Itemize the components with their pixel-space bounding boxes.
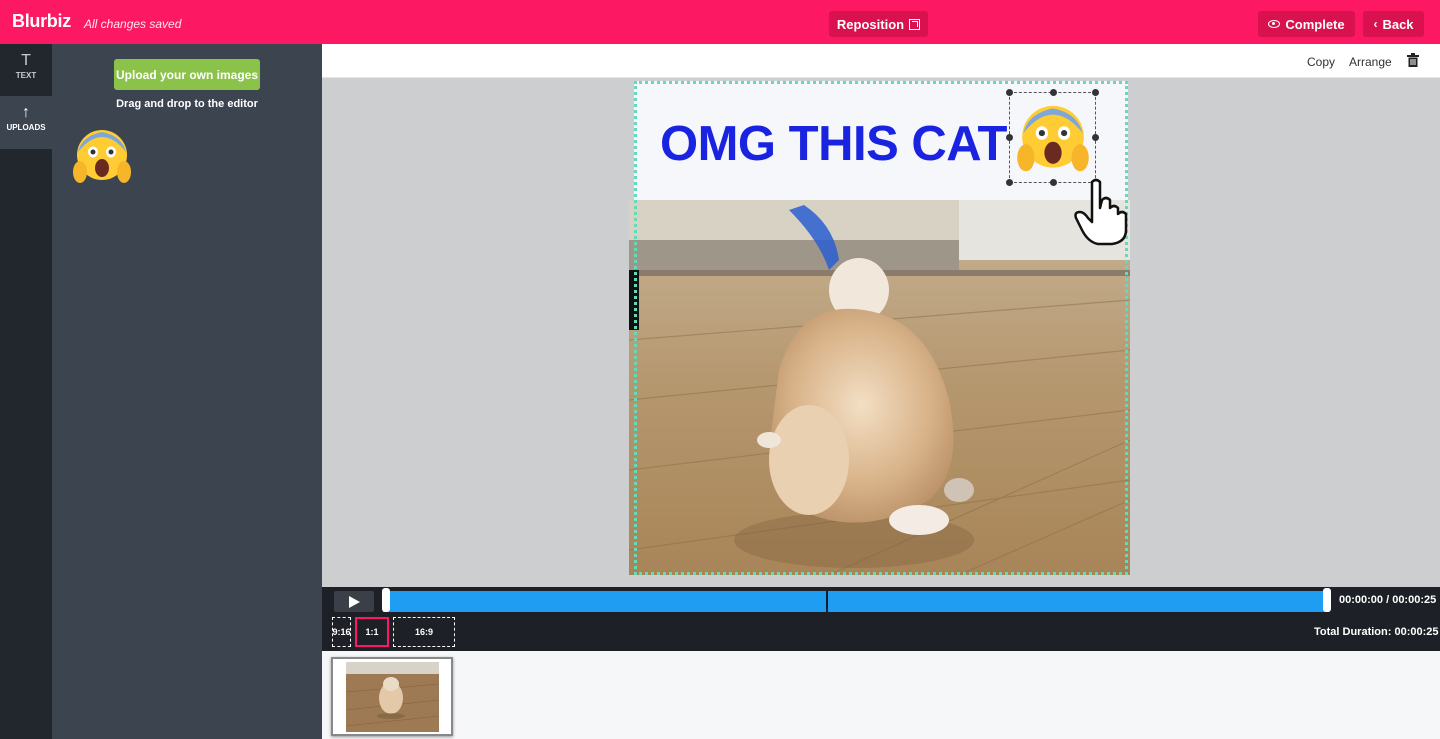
clip-thumbnail[interactable] — [331, 657, 453, 736]
ratio-1-1-button[interactable]: 1:1 — [355, 617, 389, 647]
cat-video-frame[interactable] — [629, 200, 1130, 575]
rail-text-label: TEXT — [15, 71, 37, 80]
back-button[interactable]: ‹ Back — [1363, 11, 1424, 37]
text-icon: T — [21, 52, 31, 69]
ratio-16-9-button[interactable]: 16:9 — [393, 617, 455, 647]
upload-images-button[interactable]: Upload your own images — [114, 59, 260, 90]
complete-button[interactable]: Complete — [1258, 11, 1355, 37]
reposition-button[interactable]: Reposition — [829, 11, 928, 37]
editor-toolbar: Copy Arrange — [322, 44, 1440, 78]
resize-handle-left[interactable] — [1006, 134, 1013, 141]
rail-item-text[interactable]: T TEXT — [0, 44, 52, 96]
resize-handle-top-left[interactable] — [1006, 89, 1013, 96]
time-readout: 00:00:00 / 00:00:25 — [1339, 594, 1437, 606]
arrange-button[interactable]: Arrange — [1349, 55, 1392, 69]
top-bar: Blurbiz All changes saved Reposition Com… — [0, 0, 1440, 44]
trim-handle-start[interactable] — [382, 588, 390, 612]
resize-icon — [909, 18, 921, 30]
resize-handle-bottom-left[interactable] — [1006, 179, 1013, 186]
resize-handle-bottom[interactable] — [1050, 179, 1057, 186]
screaming-emoji-icon[interactable] — [72, 126, 132, 186]
total-duration: Total Duration: 00:00:25 — [1314, 626, 1439, 638]
reposition-label: Reposition — [836, 16, 905, 32]
chevron-left-icon: ‹ — [1373, 17, 1378, 31]
editor-app: Blurbiz All changes saved Reposition Com… — [0, 0, 1440, 739]
copy-button[interactable]: Copy — [1307, 55, 1335, 69]
play-button[interactable] — [334, 591, 374, 612]
timeline-bar: 00:00:00 / 00:00:25 9:16 1:1 16:9 Total … — [322, 587, 1440, 651]
rail-item-uploads[interactable]: ↑ UPLOADS — [0, 96, 52, 149]
uploads-panel: Upload your own images Drag and drop to … — [52, 44, 322, 739]
complete-label: Complete — [1285, 16, 1345, 32]
clip-strip — [322, 651, 1440, 739]
eye-icon — [1268, 20, 1281, 28]
cat-video-image — [629, 200, 1130, 575]
clip-thumbnail-image — [346, 662, 439, 732]
resize-handle-right[interactable] — [1092, 134, 1099, 141]
upload-arrow-icon: ↑ — [22, 104, 30, 121]
trash-icon[interactable] — [1407, 53, 1419, 67]
trim-handle-end[interactable] — [1323, 588, 1331, 612]
canvas-headline-text[interactable]: OMG THIS CAT — [660, 116, 1007, 172]
tool-rail: T TEXT ↑ UPLOADS — [0, 44, 52, 739]
drag-hint: Drag and drop to the editor — [116, 98, 258, 110]
resize-handle-top-right[interactable] — [1092, 89, 1099, 96]
clip-divider — [826, 591, 828, 612]
save-status: All changes saved — [84, 17, 182, 31]
app-logo[interactable]: Blurbiz — [12, 11, 71, 32]
rail-uploads-label: UPLOADS — [6, 123, 46, 132]
timeline-track[interactable] — [383, 591, 1329, 612]
screaming-emoji-icon[interactable] — [1016, 101, 1090, 175]
resize-handle-top[interactable] — [1050, 89, 1057, 96]
ratio-9-16-button[interactable]: 9:16 — [332, 617, 351, 647]
back-label: Back — [1382, 16, 1414, 32]
hand-pointer-cursor-icon — [1074, 178, 1128, 246]
